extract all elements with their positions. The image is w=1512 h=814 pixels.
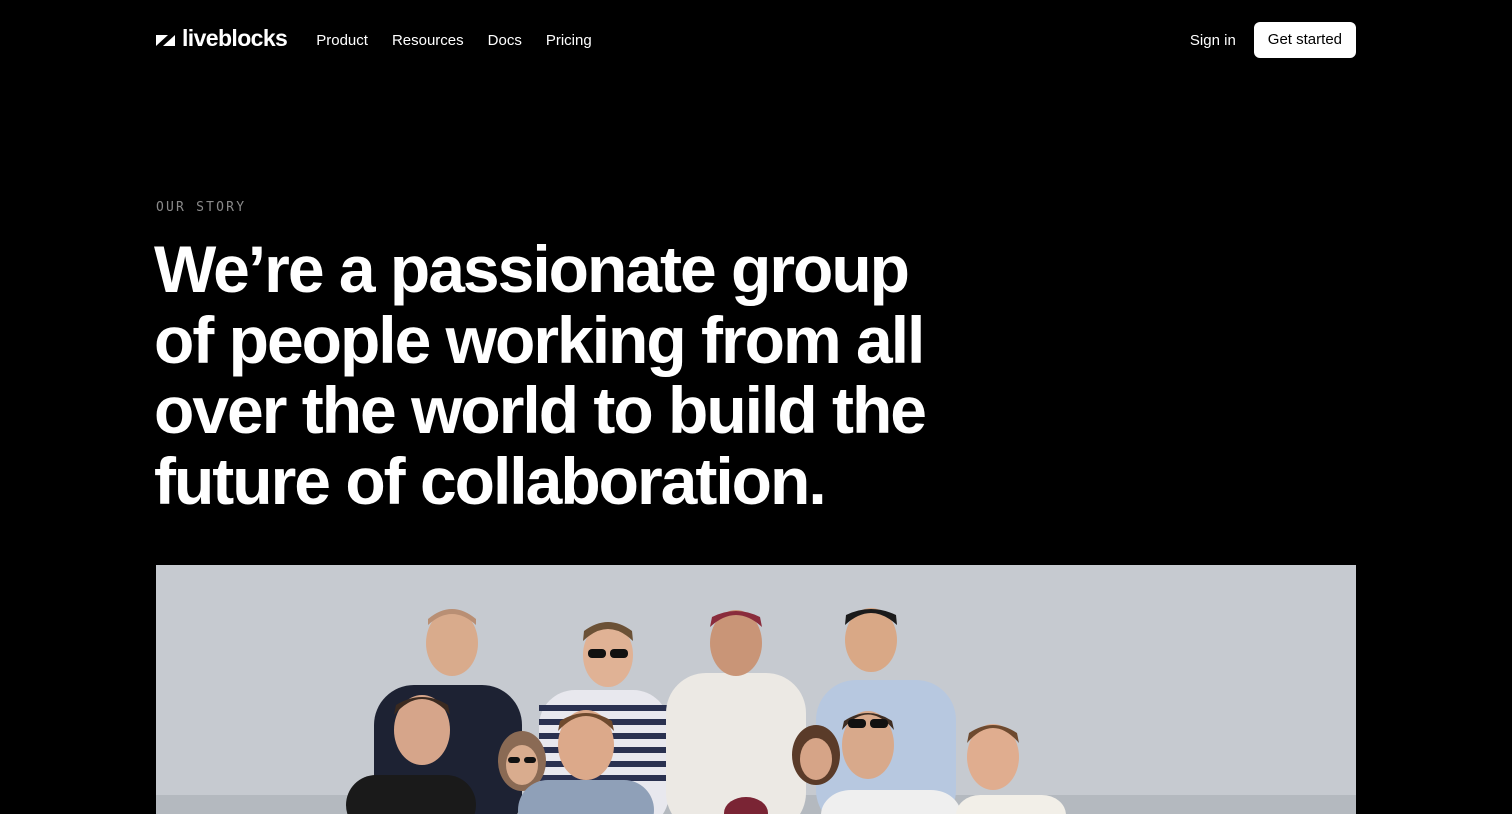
nav-link-product[interactable]: Product	[316, 33, 368, 48]
nav-link-pricing[interactable]: Pricing	[546, 33, 592, 48]
get-started-button[interactable]: Get started	[1253, 22, 1356, 58]
liveblocks-logo-icon	[156, 33, 176, 47]
nav-actions: Sign in Get started	[1190, 22, 1356, 58]
section-eyebrow: OUR STORY	[156, 200, 247, 215]
team-photo-illustration	[156, 565, 1356, 814]
team-photo	[156, 565, 1356, 814]
page: liveblocks Product Resources Docs Pricin…	[0, 0, 1512, 814]
top-navigation: liveblocks Product Resources Docs Pricin…	[156, 0, 1356, 80]
hero-headline: We’re a passionate group of people worki…	[154, 232, 927, 518]
logo-text: liveblocks	[182, 24, 288, 51]
nav-link-resources[interactable]: Resources	[392, 33, 464, 48]
primary-nav: Product Resources Docs Pricing	[316, 33, 591, 48]
sign-in-link[interactable]: Sign in	[1190, 32, 1236, 49]
logo-link[interactable]: liveblocks	[156, 26, 288, 50]
nav-link-docs[interactable]: Docs	[488, 33, 522, 48]
